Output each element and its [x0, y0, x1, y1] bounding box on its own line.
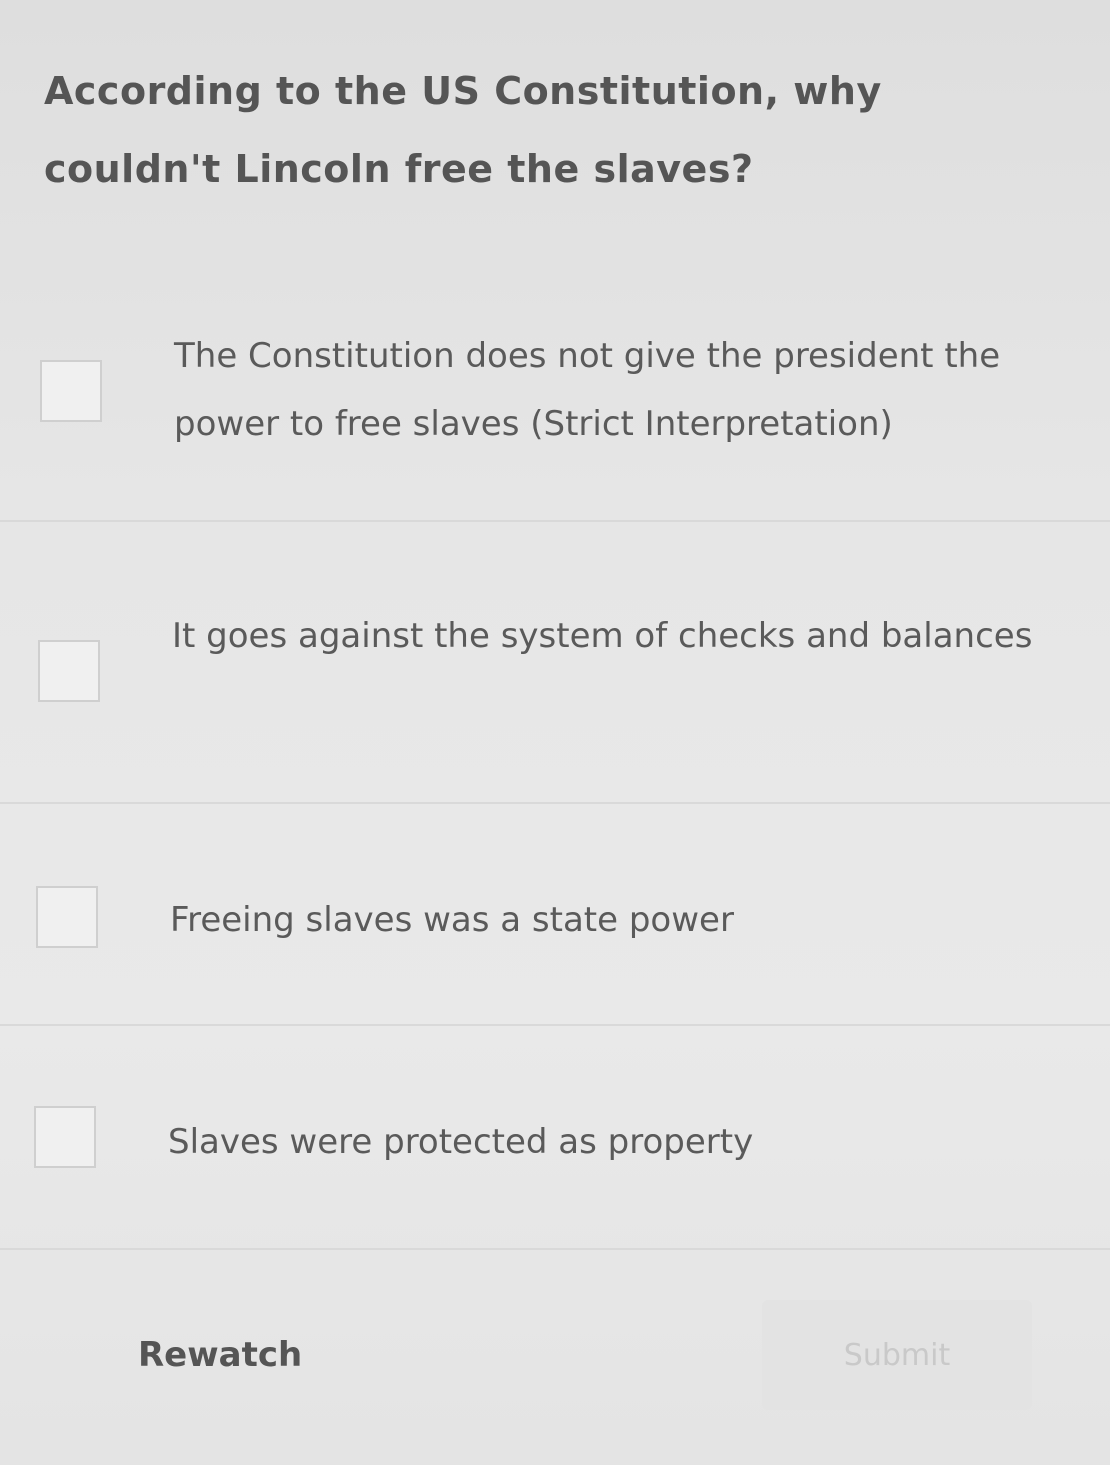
- answer-option-label: It goes against the system of checks and…: [172, 616, 1033, 656]
- answer-option-label: Freeing slaves was a state power: [170, 900, 734, 940]
- checkbox-icon[interactable]: [38, 640, 100, 702]
- answer-option-1[interactable]: The Constitution does not give the presi…: [0, 300, 1110, 522]
- answer-option-label: Slaves were protected as property: [168, 1122, 754, 1162]
- quiz-panel: According to the US Constitution, why co…: [0, 0, 1110, 1465]
- checkbox-icon[interactable]: [36, 886, 98, 948]
- answer-option-2[interactable]: It goes against the system of checks and…: [0, 522, 1110, 804]
- checkbox-icon[interactable]: [40, 360, 102, 422]
- question-text: According to the US Constitution, why co…: [44, 69, 882, 191]
- answer-option-4[interactable]: Slaves were protected as property: [0, 1026, 1110, 1250]
- answer-option-3[interactable]: Freeing slaves was a state power: [0, 804, 1110, 1026]
- answer-option-label: The Constitution does not give the presi…: [174, 336, 1001, 444]
- checkbox-icon[interactable]: [34, 1106, 96, 1168]
- rewatch-button[interactable]: Rewatch: [118, 1318, 322, 1392]
- submit-button[interactable]: Submit: [762, 1300, 1032, 1410]
